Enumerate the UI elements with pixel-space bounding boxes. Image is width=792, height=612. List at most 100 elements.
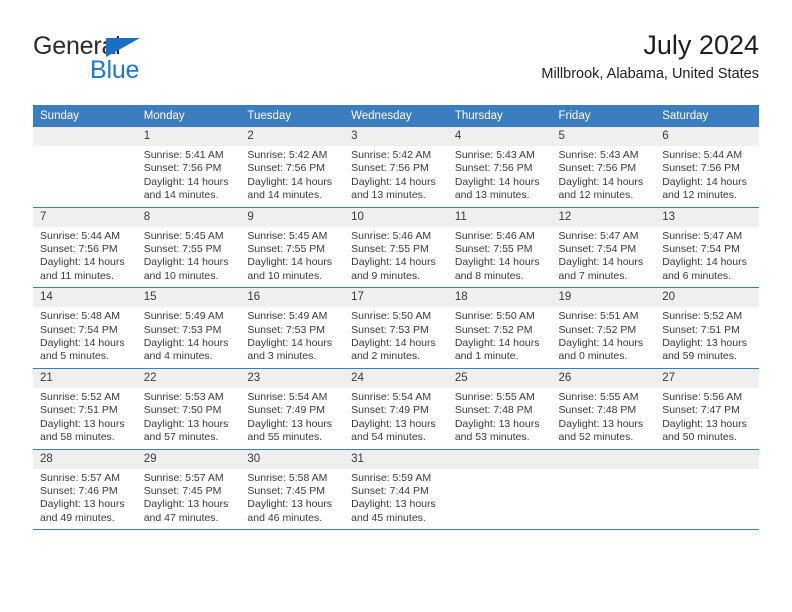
calendar-week-row: 7 Sunrise: 5:44 AM Sunset: 7:56 PM Daylight… bbox=[33, 207, 759, 289]
sunset-text: Sunset: 7:50 PM bbox=[143, 404, 222, 417]
day-number: 11 bbox=[447, 207, 552, 227]
day-number: 31 bbox=[344, 449, 448, 469]
day-details: Sunrise: 5:54 AM Sunset: 7:49 PM Daylight:… bbox=[240, 388, 344, 449]
sunrise-text: Sunrise: 5:42 AM bbox=[247, 149, 328, 161]
calendar-day-cell[interactable]: 26 Sunrise: 5:55 AM Sunset: 7:48 PM Dayligh… bbox=[551, 368, 656, 450]
calendar-day-cell[interactable]: 9 Sunrise: 5:45 AM Sunset: 7:55 PM Daylight… bbox=[240, 207, 345, 289]
daylight-text: Daylight: 14 hours and 13 minutes. bbox=[454, 175, 540, 202]
day-details: Sunrise: 5:57 AM Sunset: 7:46 PM Daylight:… bbox=[33, 469, 137, 530]
day-details: Sunrise: 5:58 AM Sunset: 7:45 PM Daylight:… bbox=[240, 469, 344, 530]
day-number: 7 bbox=[33, 207, 137, 227]
day-details: Sunrise: 5:59 AM Sunset: 7:44 PM Daylight:… bbox=[344, 469, 448, 530]
calendar-day-cell[interactable]: 2 Sunrise: 5:42 AM Sunset: 7:56 PM Daylight… bbox=[240, 127, 345, 208]
sunset-text: Sunset: 7:45 PM bbox=[247, 484, 326, 497]
sunrise-text: Sunrise: 5:52 AM bbox=[662, 310, 743, 323]
sunset-text: Sunset: 7:48 PM bbox=[454, 404, 533, 417]
calendar-day-cell[interactable]: 13 Sunrise: 5:47 AM Sunset: 7:54 PM Dayligh… bbox=[655, 207, 759, 289]
calendar-day-cell[interactable]: 7 Sunrise: 5:44 AM Sunset: 7:56 PM Daylight… bbox=[33, 207, 137, 289]
day-number: 20 bbox=[655, 288, 759, 308]
sunrise-text: Sunrise: 5:54 AM bbox=[247, 390, 328, 403]
day-number bbox=[655, 449, 759, 469]
daylight-text: Daylight: 14 hours and 0 minutes. bbox=[558, 337, 644, 363]
sunrise-text: Sunrise: 5:43 AM bbox=[454, 149, 535, 161]
calendar-day-cell[interactable]: 15 Sunrise: 5:49 AM Sunset: 7:53 PM Dayligh… bbox=[136, 287, 241, 369]
calendar-day-cell-empty bbox=[655, 449, 759, 531]
calendar-day-cell[interactable]: 10 Sunrise: 5:46 AM Sunset: 7:55 PM Dayligh… bbox=[344, 207, 448, 289]
calendar-day-cell[interactable]: 18 Sunrise: 5:50 AM Sunset: 7:52 PM Dayligh… bbox=[447, 287, 552, 369]
sunrise-text: Sunrise: 5:45 AM bbox=[143, 229, 224, 242]
day-number: 2 bbox=[240, 127, 345, 146]
calendar-day-cell[interactable]: 6 Sunrise: 5:44 AM Sunset: 7:56 PM Daylight… bbox=[655, 127, 759, 208]
sunrise-text: Sunrise: 5:48 AM bbox=[40, 310, 120, 323]
sunrise-text: Sunrise: 5:56 AM bbox=[662, 390, 743, 403]
calendar-day-cell[interactable]: 16 Sunrise: 5:49 AM Sunset: 7:53 PM Dayligh… bbox=[240, 287, 345, 369]
sunrise-text: Sunrise: 5:51 AM bbox=[558, 310, 639, 323]
daylight-text: Daylight: 14 hours and 1 minute. bbox=[454, 337, 540, 363]
sunset-text: Sunset: 7:56 PM bbox=[351, 162, 429, 175]
day-number: 19 bbox=[551, 288, 656, 308]
day-details: Sunrise: 5:43 AM Sunset: 7:56 PM Daylight:… bbox=[448, 146, 552, 207]
day-number: 12 bbox=[551, 207, 656, 227]
sunrise-text: Sunrise: 5:43 AM bbox=[558, 149, 639, 161]
sunset-text: Sunset: 7:47 PM bbox=[662, 404, 740, 417]
calendar-day-cell[interactable]: 23 Sunrise: 5:54 AM Sunset: 7:49 PM Dayligh… bbox=[240, 368, 345, 450]
daylight-text: Daylight: 14 hours and 2 minutes. bbox=[351, 337, 436, 363]
sunset-text: Sunset: 7:49 PM bbox=[247, 404, 326, 417]
calendar-day-cell[interactable]: 12 Sunrise: 5:47 AM Sunset: 7:54 PM Dayligh… bbox=[551, 207, 656, 289]
sunset-text: Sunset: 7:53 PM bbox=[351, 323, 429, 336]
calendar-day-cell[interactable]: 24 Sunrise: 5:54 AM Sunset: 7:49 PM Dayligh… bbox=[344, 368, 448, 450]
sunset-text: Sunset: 7:56 PM bbox=[247, 162, 326, 175]
calendar-day-cell[interactable]: 30 Sunrise: 5:58 AM Sunset: 7:45 PM Dayligh… bbox=[240, 449, 345, 531]
daylight-text: Daylight: 13 hours and 45 minutes. bbox=[351, 498, 436, 524]
calendar-day-cell[interactable]: 29 Sunrise: 5:57 AM Sunset: 7:45 PM Dayligh… bbox=[136, 449, 241, 531]
daylight-text: Daylight: 13 hours and 52 minutes. bbox=[558, 417, 644, 444]
calendar-day-cell[interactable]: 21 Sunrise: 5:52 AM Sunset: 7:51 PM Dayligh… bbox=[33, 368, 137, 450]
daylight-text: Daylight: 14 hours and 8 minutes. bbox=[454, 256, 540, 282]
calendar-day-cell[interactable]: 4 Sunrise: 5:43 AM Sunset: 7:56 PM Daylight… bbox=[447, 127, 552, 208]
day-details: Sunrise: 5:49 AM Sunset: 7:53 PM Daylight:… bbox=[240, 307, 344, 368]
page-subtitle: Millbrook, Alabama, United States bbox=[541, 66, 759, 83]
calendar-day-cell[interactable]: 5 Sunrise: 5:43 AM Sunset: 7:56 PM Daylight… bbox=[551, 127, 656, 208]
calendar-day-cell[interactable]: 25 Sunrise: 5:55 AM Sunset: 7:48 PM Dayligh… bbox=[447, 368, 552, 450]
day-number bbox=[447, 449, 552, 469]
calendar-day-cell[interactable]: 8 Sunrise: 5:45 AM Sunset: 7:55 PM Daylight… bbox=[136, 207, 241, 289]
sunrise-text: Sunrise: 5:50 AM bbox=[351, 310, 432, 323]
calendar-day-cell[interactable]: 3 Sunrise: 5:42 AM Sunset: 7:56 PM Daylight… bbox=[344, 127, 448, 208]
sunrise-text: Sunrise: 5:46 AM bbox=[351, 229, 432, 242]
calendar-body: 1 Sunrise: 5:41 AM Sunset: 7:56 PM Daylight… bbox=[33, 127, 759, 531]
calendar-day-cell[interactable]: 17 Sunrise: 5:50 AM Sunset: 7:53 PM Dayligh… bbox=[344, 287, 448, 369]
daylight-text: Daylight: 14 hours and 13 minutes. bbox=[351, 175, 436, 202]
sunset-text: Sunset: 7:51 PM bbox=[40, 404, 118, 417]
daylight-text: Daylight: 14 hours and 11 minutes. bbox=[40, 256, 125, 282]
day-details: Sunrise: 5:43 AM Sunset: 7:56 PM Daylight:… bbox=[552, 146, 656, 207]
calendar-day-cell[interactable]: 14 Sunrise: 5:48 AM Sunset: 7:54 PM Dayligh… bbox=[33, 287, 137, 369]
day-number: 1 bbox=[136, 127, 241, 146]
calendar-day-cell[interactable]: 1 Sunrise: 5:41 AM Sunset: 7:56 PM Daylight… bbox=[136, 127, 241, 208]
day-details: Sunrise: 5:47 AM Sunset: 7:54 PM Daylight:… bbox=[552, 227, 656, 288]
calendar-week-row: 1 Sunrise: 5:41 AM Sunset: 7:56 PM Daylight… bbox=[33, 127, 759, 208]
weekday-header-wednesday: Wednesday bbox=[344, 105, 448, 127]
calendar-day-cell-empty bbox=[33, 127, 137, 208]
sunset-text: Sunset: 7:45 PM bbox=[143, 484, 222, 497]
general-blue-logo[interactable]: General Blue bbox=[33, 34, 253, 94]
sunset-text: Sunset: 7:52 PM bbox=[454, 323, 533, 336]
day-details: Sunrise: 5:44 AM Sunset: 7:56 PM Daylight:… bbox=[655, 146, 759, 207]
day-number: 24 bbox=[344, 368, 448, 388]
calendar-day-cell[interactable]: 19 Sunrise: 5:51 AM Sunset: 7:52 PM Dayligh… bbox=[551, 287, 656, 369]
sunset-text: Sunset: 7:55 PM bbox=[143, 243, 222, 256]
daylight-text: Daylight: 14 hours and 7 minutes. bbox=[558, 256, 644, 282]
daylight-text: Daylight: 14 hours and 12 minutes. bbox=[558, 175, 644, 202]
sunrise-text: Sunrise: 5:57 AM bbox=[143, 471, 224, 484]
calendar-day-cell[interactable]: 11 Sunrise: 5:46 AM Sunset: 7:55 PM Dayligh… bbox=[447, 207, 552, 289]
weekday-header-saturday: Saturday bbox=[655, 105, 759, 127]
sunset-text: Sunset: 7:56 PM bbox=[558, 162, 637, 175]
calendar-day-cell[interactable]: 20 Sunrise: 5:52 AM Sunset: 7:51 PM Dayligh… bbox=[655, 287, 759, 369]
calendar-day-cell[interactable]: 22 Sunrise: 5:53 AM Sunset: 7:50 PM Dayligh… bbox=[136, 368, 241, 450]
calendar-day-cell[interactable]: 28 Sunrise: 5:57 AM Sunset: 7:46 PM Dayligh… bbox=[33, 449, 137, 531]
calendar-day-cell[interactable]: 31 Sunrise: 5:59 AM Sunset: 7:44 PM Dayligh… bbox=[344, 449, 448, 531]
calendar-day-cell[interactable]: 27 Sunrise: 5:56 AM Sunset: 7:47 PM Dayligh… bbox=[655, 368, 759, 450]
day-number: 8 bbox=[136, 207, 241, 227]
daylight-text: Daylight: 13 hours and 47 minutes. bbox=[143, 498, 229, 524]
day-details: Sunrise: 5:55 AM Sunset: 7:48 PM Daylight:… bbox=[448, 388, 552, 449]
daylight-text: Daylight: 13 hours and 59 minutes. bbox=[662, 337, 747, 363]
